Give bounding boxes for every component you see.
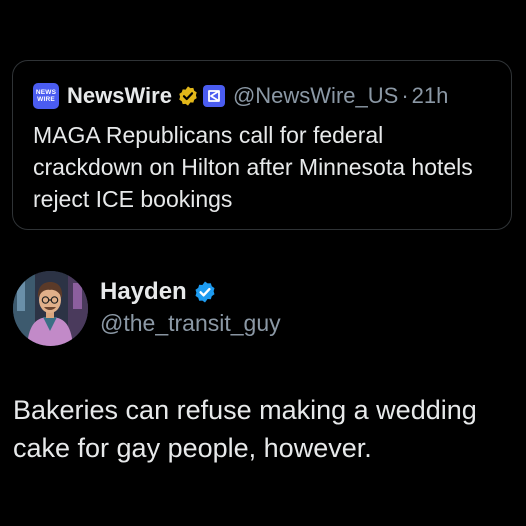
logo-text-bottom: WIRE — [37, 96, 55, 103]
quoted-tweet-text: MAGA Republicans call for federal crackd… — [33, 122, 473, 212]
quoted-tweet-card[interactable]: NEWS WIRE NewsWire @NewsWire_US · 21h MA… — [12, 60, 512, 230]
quoted-author-name[interactable]: NewsWire — [67, 83, 172, 109]
logo-text-top: NEWS — [35, 89, 57, 96]
author-name[interactable]: Hayden — [100, 278, 187, 306]
separator-dot: · — [401, 83, 409, 108]
quoted-tweet-time[interactable]: 21h — [412, 83, 449, 109]
blue-verified-icon — [195, 281, 215, 303]
avatar-illustration — [13, 271, 88, 346]
author-handle[interactable]: @the_transit_guy — [100, 310, 281, 337]
avatar[interactable] — [13, 271, 88, 346]
affiliate-glyph-icon — [208, 90, 220, 102]
quoted-author-handle[interactable]: @NewsWire_US — [233, 83, 398, 109]
quoted-tweet-header: NEWS WIRE NewsWire @NewsWire_US · 21h — [33, 82, 448, 110]
author-name-row: Hayden — [100, 278, 217, 306]
tweet-text: Bakeries can refuse making a wedding cak… — [13, 395, 477, 463]
affiliate-badge-icon[interactable] — [202, 85, 225, 107]
tweet-screenshot: NEWS WIRE NewsWire @NewsWire_US · 21h MA… — [0, 0, 526, 526]
gold-verified-icon — [179, 86, 197, 106]
newswire-logo-avatar[interactable]: NEWS WIRE — [33, 83, 59, 109]
